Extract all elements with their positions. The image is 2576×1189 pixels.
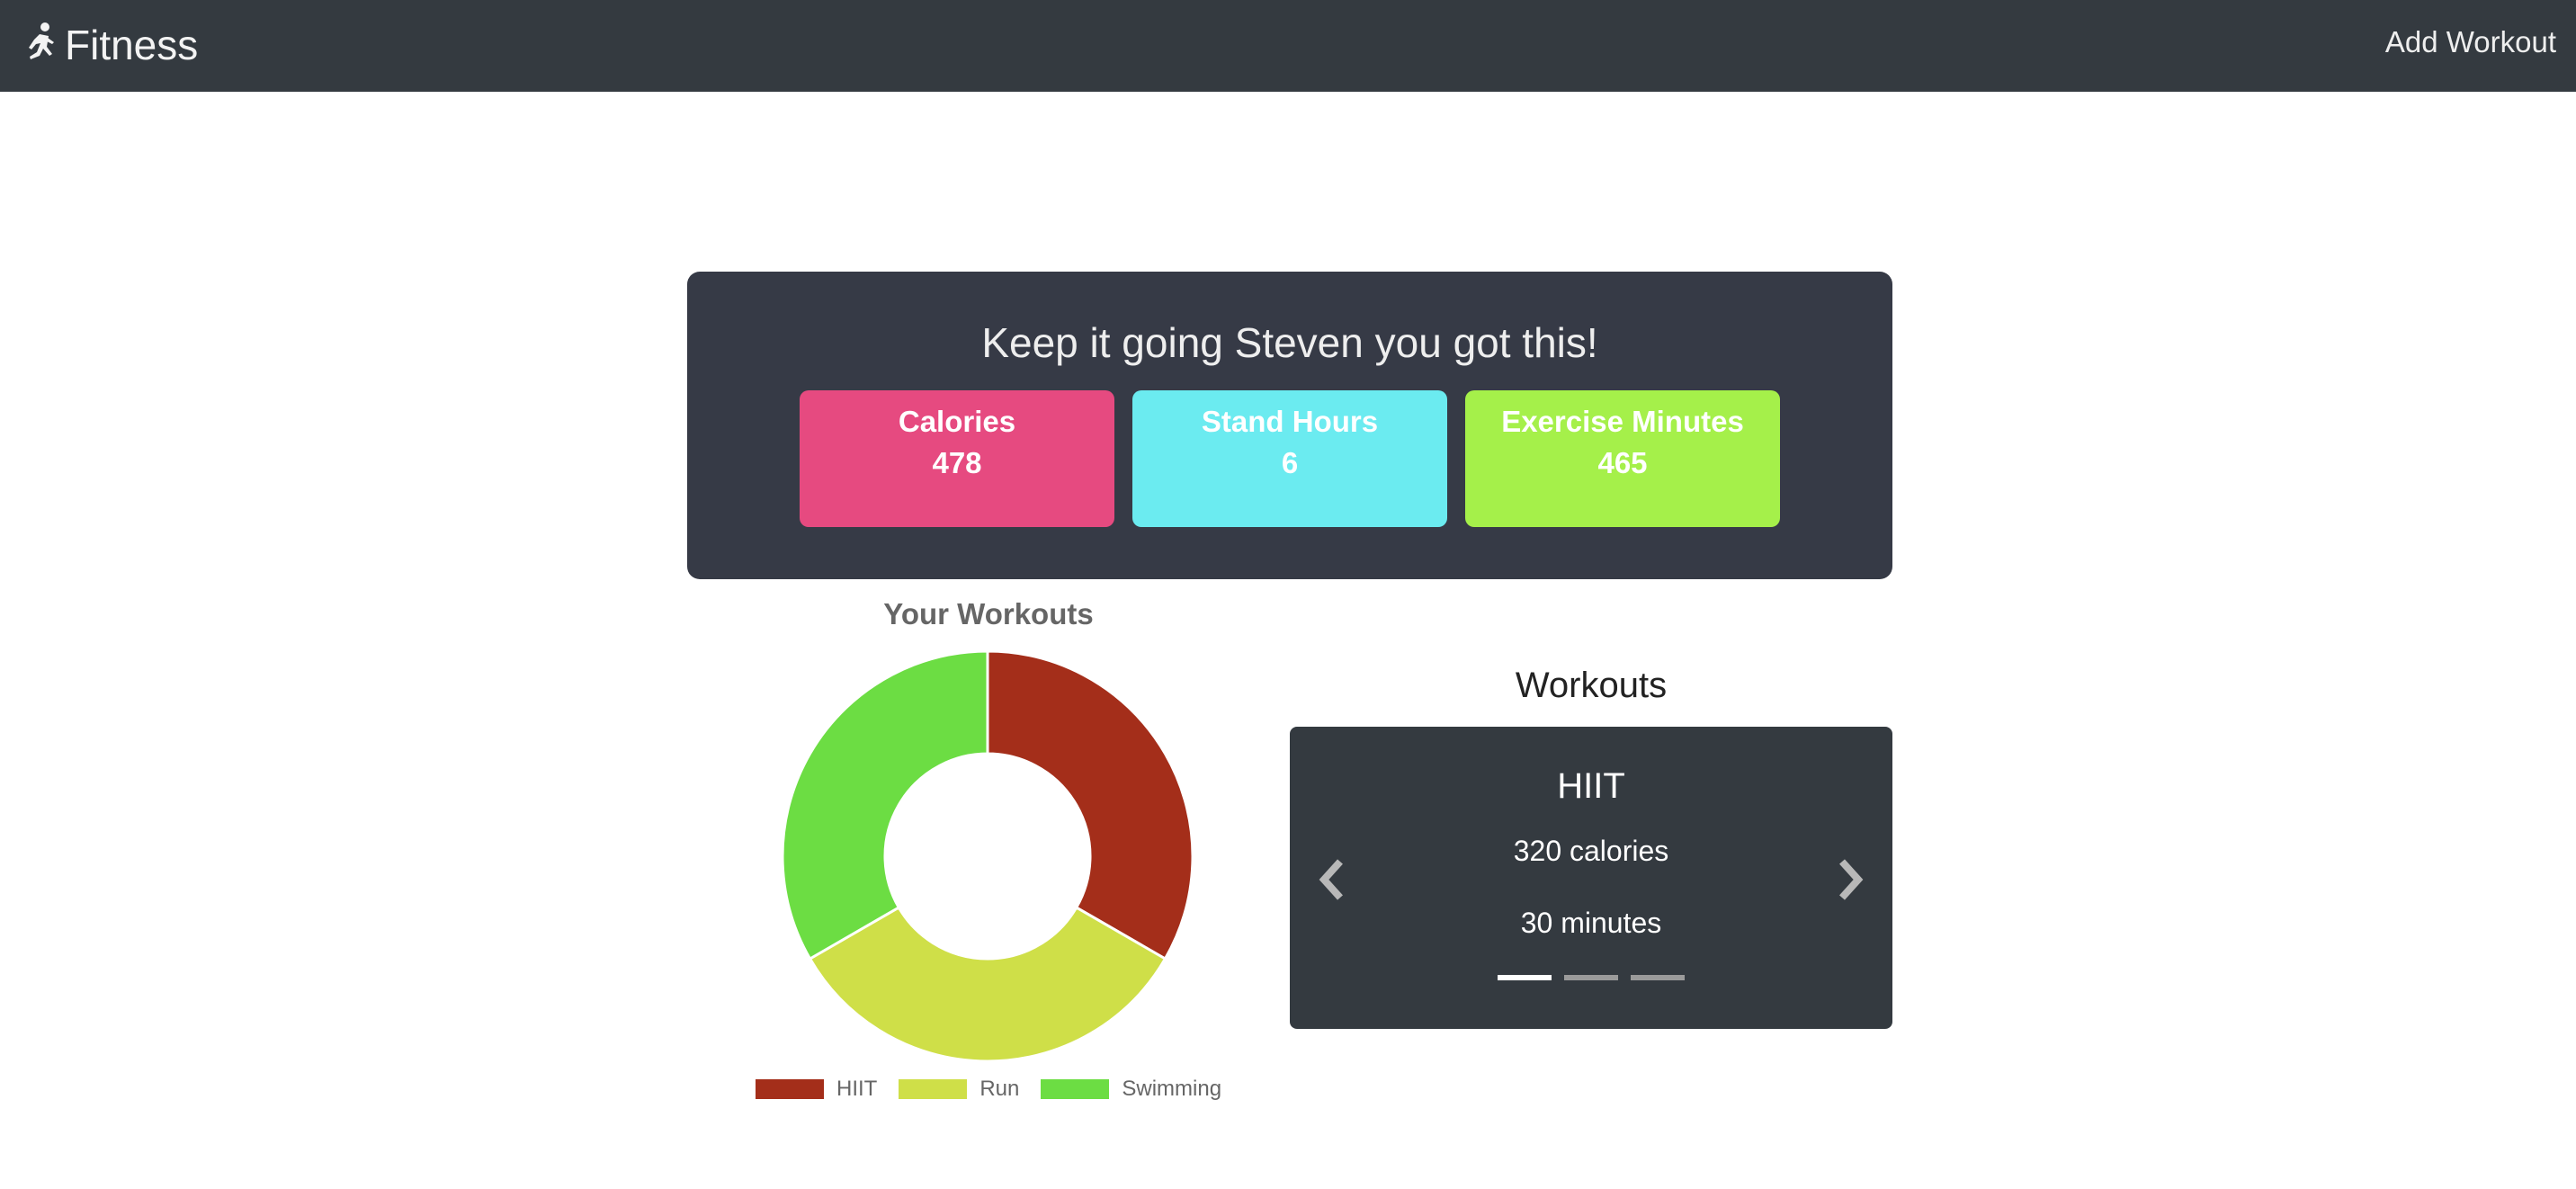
add-workout-link[interactable]: Add Workout	[2385, 25, 2556, 59]
legend-label: Swimming	[1122, 1077, 1222, 1101]
legend-item-run[interactable]: Run	[899, 1077, 1019, 1102]
legend-swatch	[899, 1079, 968, 1099]
slide-calories: 320 calories	[1513, 835, 1669, 867]
donut-slice-swimming[interactable]	[783, 651, 989, 961]
chart-legend: HIIT Run Swimming	[756, 1076, 1243, 1103]
chart-title: Your Workouts	[883, 597, 1094, 630]
stat-label: Exercise Minutes	[1501, 405, 1744, 438]
legend-label: Run	[979, 1077, 1020, 1101]
carousel-indicator[interactable]	[1564, 975, 1618, 980]
workouts-heading: Workouts	[1515, 666, 1668, 705]
legend-label: HIIT	[836, 1077, 878, 1101]
calories-stat: Calories 478	[800, 390, 1114, 527]
stat-label: Calories	[898, 405, 1016, 438]
summary-card: Keep it going Steven you got this! Calor…	[687, 272, 1892, 579]
workouts-donut-chart	[783, 651, 1193, 1061]
legend-swatch	[756, 1079, 824, 1099]
legend-swatch	[1041, 1079, 1110, 1099]
slide-minutes: 30 minutes	[1520, 907, 1662, 939]
stat-value: 6	[1281, 446, 1299, 479]
brand-link[interactable]: Fitness	[22, 16, 198, 74]
chevron-left-icon[interactable]	[1315, 854, 1351, 905]
workouts-carousel: HIIT 320 calories 30 minutes	[1290, 727, 1892, 1029]
brand-name: Fitness	[65, 22, 199, 68]
slide-title: HIIT	[1557, 766, 1625, 806]
carousel-indicators	[1290, 975, 1892, 980]
donut-slice-hiit[interactable]	[986, 651, 1193, 961]
stat-value: 465	[1597, 446, 1648, 479]
chevron-right-icon[interactable]	[1831, 854, 1867, 905]
legend-item-hiit[interactable]: HIIT	[756, 1077, 877, 1102]
navbar: Fitness Add Workout	[0, 0, 2576, 92]
carousel-indicator[interactable]	[1498, 975, 1552, 980]
stat-label: Stand Hours	[1201, 405, 1379, 438]
running-person-icon	[29, 22, 54, 59]
stat-value: 478	[932, 446, 982, 479]
legend-item-swimming[interactable]: Swimming	[1041, 1077, 1221, 1102]
exercise-minutes-stat: Exercise Minutes 465	[1465, 390, 1780, 527]
motivation-title: Keep it going Steven you got this!	[981, 319, 1598, 366]
donut-slice-run[interactable]	[808, 905, 1167, 1061]
stand-hours-stat: Stand Hours 6	[1132, 390, 1447, 527]
carousel-indicator[interactable]	[1631, 975, 1685, 980]
